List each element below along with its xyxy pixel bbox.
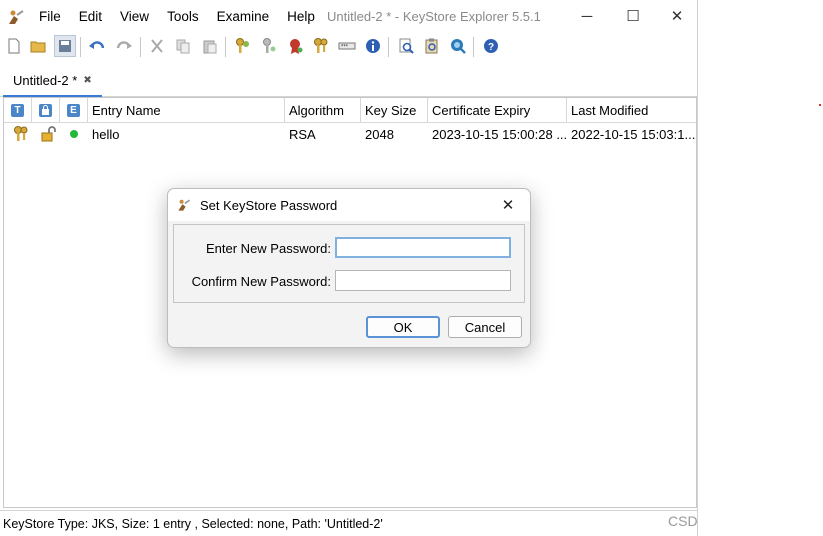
examine-clipboard-icon[interactable]: [421, 35, 443, 57]
lock-icon: [39, 103, 52, 117]
import-keypair-icon[interactable]: [310, 35, 332, 57]
set-keystore-password-dialog: Set KeyStore Password ✕ Enter New Passwo…: [167, 188, 531, 348]
redo-icon[interactable]: [113, 35, 135, 57]
new-icon[interactable]: [3, 35, 25, 57]
type-badge: T: [11, 103, 24, 117]
new-password-field[interactable]: [335, 237, 511, 258]
set-password-icon[interactable]: ***: [336, 35, 358, 57]
dialog-title-bar: Set KeyStore Password ✕: [168, 189, 530, 221]
column-header-type[interactable]: T: [4, 98, 32, 122]
menu-bar: File Edit View Tools Examine Help: [30, 0, 324, 33]
cell-last-modified: 2022-10-15 15:03:1...: [571, 126, 696, 142]
confirm-password-field[interactable]: [335, 270, 511, 291]
keystore-explorer-app-icon: [176, 197, 192, 213]
cell-entry-name: hello: [92, 126, 120, 142]
dialog-title: Set KeyStore Password: [200, 198, 338, 213]
paste-icon[interactable]: [199, 35, 221, 57]
watermark-text: CSD: [668, 513, 698, 529]
menu-help[interactable]: Help: [278, 9, 324, 24]
maximize-button[interactable]: ☐: [618, 4, 648, 28]
column-header-lock[interactable]: [32, 98, 60, 122]
title-bar: File Edit View Tools Examine Help Untitl…: [0, 0, 697, 33]
examine-file-icon[interactable]: [395, 35, 417, 57]
table-row[interactable]: hello RSA 2048 2023-10-15 15:00:28 ... 2…: [4, 123, 696, 145]
expiry-badge: E: [67, 103, 80, 117]
ok-button[interactable]: OK: [366, 316, 440, 338]
toolbar-separator: [140, 37, 141, 57]
toolbar-separator: [388, 37, 389, 57]
generate-keypair-icon[interactable]: [232, 35, 254, 57]
keypair-entry-icon: [8, 123, 32, 145]
table-header: T E Entry Name Algorithm Key Size Certif…: [4, 98, 696, 123]
unlocked-padlock-icon: [36, 123, 60, 145]
cell-algorithm: RSA: [289, 126, 316, 142]
column-header-entry-name[interactable]: Entry Name: [88, 98, 285, 122]
cancel-button[interactable]: Cancel: [448, 316, 522, 338]
window-title: Untitled-2 * - KeyStore Explorer 5.5.1: [327, 9, 541, 24]
tab-close-icon[interactable]: ✖: [83, 75, 91, 86]
copy-icon[interactable]: [172, 35, 194, 57]
column-header-certificate-expiry[interactable]: Certificate Expiry: [428, 98, 567, 122]
menu-examine[interactable]: Examine: [208, 9, 279, 24]
column-header-key-size[interactable]: Key Size: [361, 98, 428, 122]
close-window-button[interactable]: ✕: [662, 4, 692, 28]
undo-icon[interactable]: [86, 35, 108, 57]
password-form-panel: Enter New Password: Confirm New Password…: [173, 224, 525, 303]
import-trusted-cert-icon[interactable]: [284, 35, 306, 57]
keystore-explorer-app-icon: [6, 7, 26, 27]
tab-untitled-2[interactable]: Untitled-2 * ✖: [3, 66, 102, 97]
status-bar: KeyStore Type: JKS, Size: 1 entry , Sele…: [0, 510, 697, 536]
open-icon[interactable]: [28, 35, 50, 57]
new-password-label: Enter New Password:: [206, 241, 331, 256]
menu-edit[interactable]: Edit: [70, 9, 111, 24]
keystore-tabstrip: Untitled-2 * ✖: [0, 64, 697, 97]
minimize-button[interactable]: ─: [572, 4, 602, 28]
toolbar-separator: [80, 37, 81, 57]
tab-label: Untitled-2 *: [13, 73, 78, 88]
column-header-algorithm[interactable]: Algorithm: [285, 98, 361, 122]
red-dot-artifact: [819, 104, 821, 106]
column-header-last-modified[interactable]: Last Modified: [567, 98, 696, 122]
svg-text:?: ?: [488, 42, 494, 53]
toolbar: *** ?: [0, 35, 697, 59]
svg-text:***: ***: [341, 45, 349, 51]
menu-tools[interactable]: Tools: [158, 9, 208, 24]
dialog-close-button[interactable]: ✕: [496, 195, 520, 215]
examine-ssl-icon[interactable]: [447, 35, 469, 57]
help-icon[interactable]: ?: [480, 35, 502, 57]
cut-icon[interactable]: [146, 35, 168, 57]
save-icon[interactable]: [54, 35, 76, 57]
generate-secret-key-icon[interactable]: [258, 35, 280, 57]
properties-icon[interactable]: [362, 35, 384, 57]
menu-file[interactable]: File: [30, 9, 70, 24]
column-header-expiry[interactable]: E: [60, 98, 88, 122]
cell-key-size: 2048: [365, 126, 394, 142]
confirm-password-label: Confirm New Password:: [191, 274, 331, 289]
expiry-status-icon: [66, 123, 86, 145]
toolbar-separator: [473, 37, 474, 57]
menu-view[interactable]: View: [111, 9, 158, 24]
toolbar-separator: [225, 37, 226, 57]
cell-certificate-expiry: 2023-10-15 15:00:28 ...: [432, 126, 567, 142]
